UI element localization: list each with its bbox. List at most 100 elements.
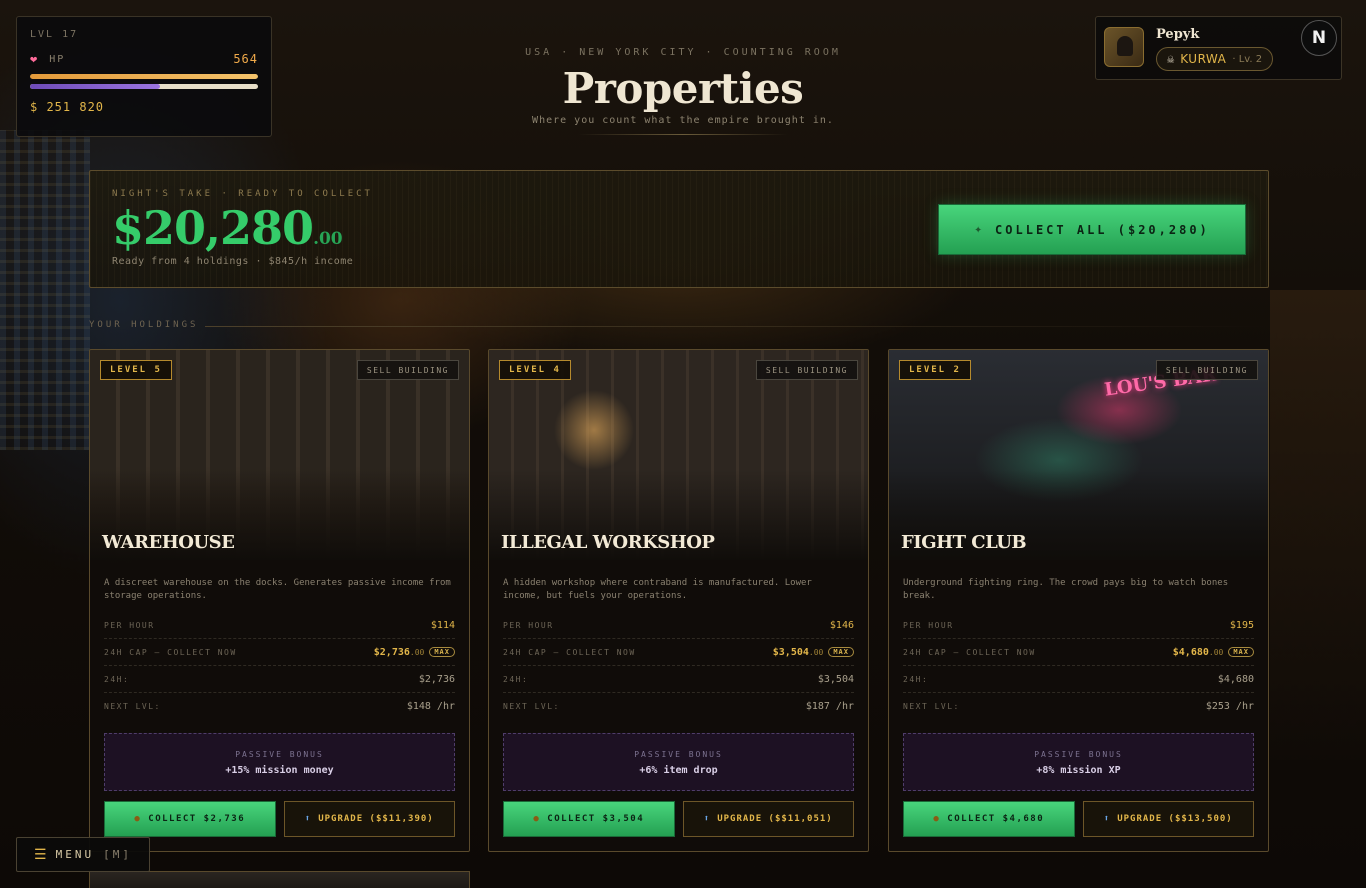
property-image bbox=[489, 350, 868, 560]
background-shelf bbox=[1270, 290, 1366, 760]
collect-label: COLLECT $3,504 bbox=[547, 814, 645, 824]
stat-row-24h: 24H: $2,736 bbox=[104, 666, 455, 693]
arrow-up-icon: ⬆ bbox=[304, 814, 312, 824]
property-name: FIGHT CLUB bbox=[901, 532, 1027, 553]
page-subtitle: Where you count what the empire brought … bbox=[532, 115, 834, 126]
money-bag-icon: ● bbox=[134, 814, 142, 824]
nights-take-dollars: $20,280 bbox=[112, 201, 314, 255]
menu-label: MENU bbox=[55, 848, 95, 861]
stat-row-per-hour: PER HOUR $146 bbox=[503, 612, 854, 639]
cap-value: $3,504 bbox=[772, 646, 809, 658]
stat-value: $4,680 bbox=[1217, 673, 1254, 685]
stat-label: NEXT LVL: bbox=[503, 702, 560, 711]
notification-badge[interactable]: N bbox=[1301, 20, 1337, 56]
stat-row-cap: 24H CAP — COLLECT NOW $2,736.00 MAX bbox=[104, 639, 455, 666]
bonus-value: +6% item drop bbox=[639, 765, 718, 776]
stat-value: $2,736 bbox=[418, 673, 455, 685]
upgrade-label: UPGRADE ($$11,051) bbox=[717, 814, 833, 824]
money-bag-icon: ● bbox=[533, 814, 541, 824]
upgrade-button[interactable]: ⬆ UPGRADE ($$11,390) bbox=[283, 801, 455, 837]
holdings-divider bbox=[205, 326, 1269, 327]
stat-label: 24H: bbox=[903, 674, 929, 684]
bonus-value: +8% mission XP bbox=[1036, 765, 1121, 776]
nights-take-subtext: Ready from 4 holdings · $845/h income bbox=[112, 256, 354, 267]
stat-value: $148 /hr bbox=[406, 701, 455, 712]
stat-value: $4,680.00 MAX bbox=[1172, 646, 1254, 658]
level-badge: LEVEL 4 bbox=[499, 360, 571, 380]
menu-button[interactable]: ☰ MENU [M] bbox=[16, 837, 150, 872]
stat-row-24h: 24H: $3,504 bbox=[503, 666, 854, 693]
nights-take-label: NIGHT'S TAKE · READY TO COLLECT bbox=[112, 189, 373, 199]
stat-label: 24H: bbox=[503, 674, 529, 684]
stat-value: $3,504 bbox=[817, 673, 854, 685]
stat-label: 24H CAP — COLLECT NOW bbox=[104, 647, 237, 657]
player-name: Pepyk bbox=[1156, 27, 1200, 42]
cap-cents: .00 bbox=[409, 647, 425, 657]
collect-all-label: COLLECT ALL ($20,280) bbox=[995, 222, 1210, 237]
cap-cents: .00 bbox=[1208, 647, 1224, 657]
passive-bonus-box: PASSIVE BONUS +8% mission XP bbox=[903, 733, 1254, 791]
collect-button[interactable]: ● COLLECT $4,680 bbox=[903, 801, 1075, 837]
gang-name: KURWA bbox=[1180, 52, 1227, 66]
card-actions: ● COLLECT $4,680 ⬆ UPGRADE ($$13,500) bbox=[903, 801, 1254, 837]
card-actions: ● COLLECT $2,736 ⬆ UPGRADE ($$11,390) bbox=[104, 801, 455, 837]
stat-label: PER HOUR bbox=[503, 620, 554, 630]
stat-value: $114 bbox=[430, 619, 455, 631]
stat-value: $253 /hr bbox=[1205, 701, 1254, 712]
stat-label: PER HOUR bbox=[104, 620, 155, 630]
bonus-value: +15% mission money bbox=[225, 765, 334, 776]
passive-bonus-box: PASSIVE BONUS +15% mission money bbox=[104, 733, 455, 791]
collect-button[interactable]: ● COLLECT $2,736 bbox=[104, 801, 276, 837]
max-badge: MAX bbox=[429, 646, 455, 657]
property-description: Underground fighting ring. The crowd pay… bbox=[903, 578, 1229, 601]
property-card-partial bbox=[89, 871, 470, 888]
upgrade-label: UPGRADE ($$11,390) bbox=[318, 814, 434, 824]
property-stats: PER HOUR $195 24H CAP — COLLECT NOW $4,680… bbox=[903, 612, 1254, 720]
bonus-label: PASSIVE BONUS bbox=[235, 750, 324, 759]
stat-value: $195 bbox=[1229, 619, 1254, 631]
property-name: WAREHOUSE bbox=[102, 532, 235, 553]
stat-row-cap: 24H CAP — COLLECT NOW $4,680.00 MAX bbox=[903, 639, 1254, 666]
collect-all-button[interactable]: ✦ COLLECT ALL ($20,280) bbox=[938, 204, 1246, 255]
arrow-up-icon: ⬆ bbox=[1103, 814, 1111, 824]
gang-badge[interactable]: ☠ KURWA · Lv. 2 bbox=[1156, 47, 1274, 71]
stat-label: NEXT LVL: bbox=[903, 702, 960, 711]
stat-value: $146 bbox=[829, 619, 854, 631]
sell-building-button[interactable]: SELL BUILDING bbox=[755, 360, 858, 380]
bonus-label: PASSIVE BONUS bbox=[1034, 750, 1123, 759]
stat-label: 24H: bbox=[104, 674, 130, 684]
stat-label: 24H CAP — COLLECT NOW bbox=[503, 647, 636, 657]
collect-label: COLLECT $2,736 bbox=[148, 814, 246, 824]
level-badge: LEVEL 2 bbox=[899, 360, 971, 380]
nights-take-cents: .00 bbox=[313, 229, 343, 249]
upgrade-button[interactable]: ⬆ UPGRADE ($$13,500) bbox=[1082, 801, 1254, 837]
max-badge: MAX bbox=[1228, 646, 1254, 657]
stat-row-next-level: NEXT LVL: $253 /hr bbox=[903, 693, 1254, 720]
max-badge: MAX bbox=[828, 646, 854, 657]
stat-value: $2,736.00 MAX bbox=[373, 646, 455, 658]
property-name: ILLEGAL WORKSHOP bbox=[501, 532, 715, 553]
title-divider bbox=[578, 134, 788, 135]
stat-label: 24H CAP — COLLECT NOW bbox=[903, 647, 1036, 657]
upgrade-button[interactable]: ⬆ UPGRADE ($$11,051) bbox=[682, 801, 854, 837]
property-stats: PER HOUR $146 24H CAP — COLLECT NOW $3,504… bbox=[503, 612, 854, 720]
sell-building-button[interactable]: SELL BUILDING bbox=[356, 360, 459, 380]
cap-cents: .00 bbox=[808, 647, 824, 657]
property-card-fight-club: LOU'S BAR LEVEL 2 SELL BUILDING FIGHT CL… bbox=[888, 349, 1269, 852]
sell-building-button[interactable]: SELL BUILDING bbox=[1155, 360, 1258, 380]
upgrade-label: UPGRADE ($$13,500) bbox=[1117, 814, 1233, 824]
stat-row-per-hour: PER HOUR $114 bbox=[104, 612, 455, 639]
property-description: A discreet warehouse on the docks. Gener… bbox=[104, 578, 451, 601]
level-label: LVL 17 bbox=[30, 29, 79, 40]
stat-value: $187 /hr bbox=[805, 701, 854, 712]
stat-row-per-hour: PER HOUR $195 bbox=[903, 612, 1254, 639]
property-card-warehouse: LEVEL 5 SELL BUILDING WAREHOUSE A discre… bbox=[89, 349, 470, 852]
avatar[interactable] bbox=[1104, 27, 1144, 67]
property-stats: PER HOUR $114 24H CAP — COLLECT NOW $2,736… bbox=[104, 612, 455, 720]
collect-button[interactable]: ● COLLECT $3,504 bbox=[503, 801, 675, 837]
cap-value: $2,736 bbox=[373, 646, 410, 658]
stat-row-next-level: NEXT LVL: $187 /hr bbox=[503, 693, 854, 720]
cap-value: $4,680 bbox=[1172, 646, 1209, 658]
property-description: A hidden workshop where contraband is ma… bbox=[503, 578, 812, 601]
level-badge: LEVEL 5 bbox=[100, 360, 172, 380]
